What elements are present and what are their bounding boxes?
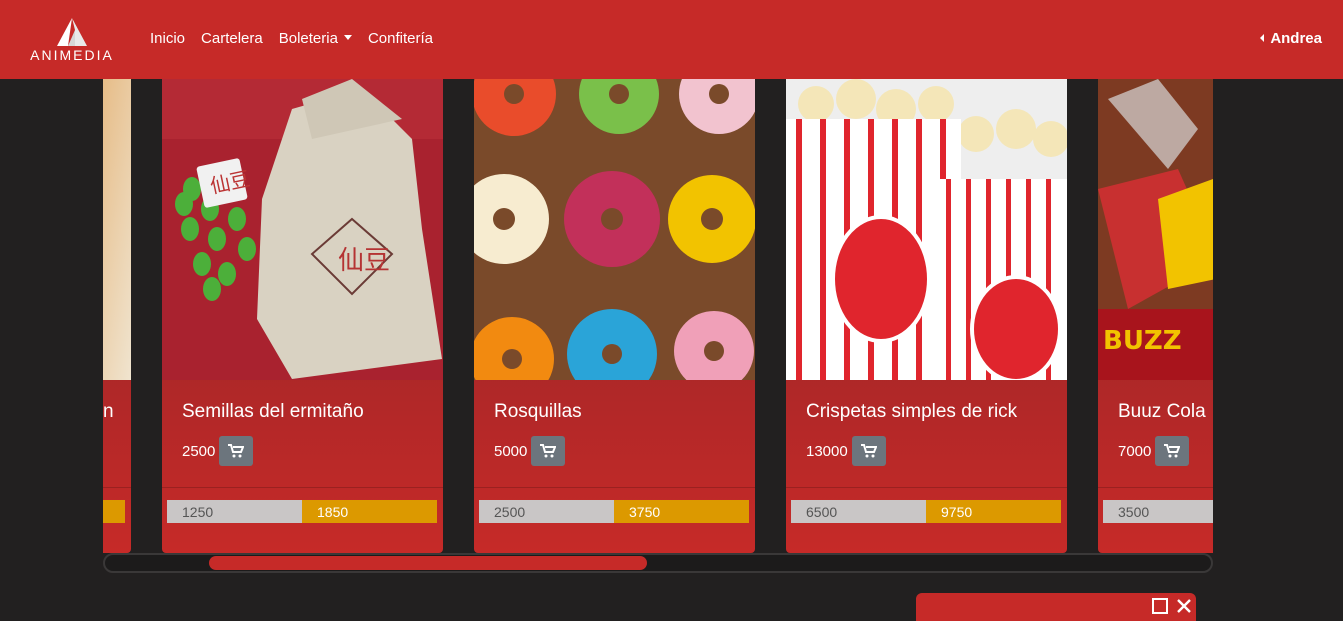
carousel-scrollbar[interactable] bbox=[103, 553, 1213, 573]
product-price: 2500 bbox=[182, 442, 216, 460]
chevron-left-icon bbox=[1260, 34, 1265, 42]
brand-name: ANIMEDIA bbox=[30, 47, 114, 63]
product-title: Rosquillas bbox=[494, 401, 582, 422]
add-to-cart-button[interactable] bbox=[531, 436, 566, 466]
divider bbox=[103, 487, 131, 488]
brand-logo[interactable]: ANIMEDIA bbox=[24, 18, 120, 64]
price-row: 5000 bbox=[494, 436, 566, 466]
price-high: 9750 bbox=[926, 500, 1061, 523]
scrollbar-thumb[interactable] bbox=[209, 556, 647, 570]
product-card: BUZZ Buuz Cola 7000 3500 bbox=[1098, 79, 1213, 553]
logo-icon bbox=[57, 18, 87, 46]
product-image: BUZZ bbox=[1098, 79, 1213, 380]
cart-icon bbox=[860, 444, 877, 458]
divider bbox=[162, 487, 443, 488]
divider bbox=[474, 487, 755, 488]
divider bbox=[786, 487, 1067, 488]
product-image bbox=[103, 79, 131, 380]
price-high bbox=[103, 500, 125, 523]
cart-icon bbox=[540, 444, 557, 458]
popcorn-image bbox=[786, 79, 1067, 380]
price-bar: 6500 9750 bbox=[791, 500, 1061, 523]
nav-confiteria[interactable]: Confitería bbox=[368, 30, 433, 47]
donuts-image bbox=[474, 79, 755, 380]
cart-icon bbox=[1164, 444, 1181, 458]
svg-text:仙豆: 仙豆 bbox=[338, 246, 390, 276]
price-low: 1250 bbox=[167, 500, 302, 523]
cola-image: BUZZ bbox=[1098, 79, 1213, 380]
user-menu[interactable]: Andrea bbox=[1260, 30, 1322, 47]
product-card: Crispetas simples de rick 13000 6500 975… bbox=[786, 79, 1067, 553]
main-nav: Inicio Cartelera Boleteria Confitería bbox=[150, 30, 449, 47]
add-to-cart-button[interactable] bbox=[1155, 436, 1190, 466]
beans-bag-image: 仙豆 仙豆 bbox=[162, 79, 443, 380]
price-bar: 3500 bbox=[1103, 500, 1213, 523]
maximize-button[interactable] bbox=[1150, 596, 1170, 616]
close-icon bbox=[1177, 599, 1191, 613]
chevron-down-icon bbox=[343, 35, 352, 40]
bottom-panel bbox=[916, 593, 1196, 621]
price-row: 7000 bbox=[1118, 436, 1190, 466]
price-low: 3500 bbox=[1103, 500, 1213, 523]
nav-cartelera[interactable]: Cartelera bbox=[201, 30, 263, 47]
product-carousel: n 仙豆 仙豆 Semillas del ermitaño 2500 1250 … bbox=[103, 79, 1213, 553]
price-bar bbox=[103, 500, 125, 523]
product-title: Semillas del ermitaño bbox=[182, 401, 364, 422]
add-to-cart-button[interactable] bbox=[851, 436, 886, 466]
nav-boleteria-label: Boleteria bbox=[278, 30, 338, 47]
product-price: 7000 bbox=[1118, 442, 1152, 460]
product-title: Crispetas simples de rick bbox=[806, 401, 1018, 422]
square-icon bbox=[1152, 598, 1168, 614]
product-card: 仙豆 仙豆 Semillas del ermitaño 2500 1250 18… bbox=[162, 79, 443, 553]
product-card: n bbox=[103, 79, 131, 553]
close-button[interactable] bbox=[1174, 596, 1194, 616]
price-bar: 2500 3750 bbox=[479, 500, 749, 523]
price-bar: 1250 1850 bbox=[167, 500, 437, 523]
price-low: 2500 bbox=[479, 500, 614, 523]
top-navbar: ANIMEDIA Inicio Cartelera Boleteria Conf… bbox=[0, 0, 1343, 79]
product-price: 5000 bbox=[494, 442, 528, 460]
price-row: 13000 bbox=[806, 436, 886, 466]
nav-boleteria-dropdown[interactable]: Boleteria bbox=[279, 30, 352, 47]
nav-inicio[interactable]: Inicio bbox=[150, 30, 185, 47]
svg-text:BUZZ: BUZZ bbox=[1103, 326, 1182, 356]
product-price: 13000 bbox=[806, 442, 848, 460]
add-to-cart-button[interactable] bbox=[219, 436, 254, 466]
product-image: 仙豆 仙豆 bbox=[162, 79, 443, 380]
product-title: Buuz Cola bbox=[1118, 401, 1206, 422]
user-name: Andrea bbox=[1270, 30, 1322, 47]
price-row: 2500 bbox=[182, 436, 254, 466]
product-image bbox=[474, 79, 755, 380]
divider bbox=[1098, 487, 1213, 488]
product-card: Rosquillas 5000 2500 3750 bbox=[474, 79, 755, 553]
price-low: 6500 bbox=[791, 500, 926, 523]
price-high: 1850 bbox=[302, 500, 437, 523]
product-image bbox=[786, 79, 1067, 380]
price-high: 3750 bbox=[614, 500, 749, 523]
cart-icon bbox=[228, 444, 245, 458]
product-title: n bbox=[103, 401, 114, 422]
